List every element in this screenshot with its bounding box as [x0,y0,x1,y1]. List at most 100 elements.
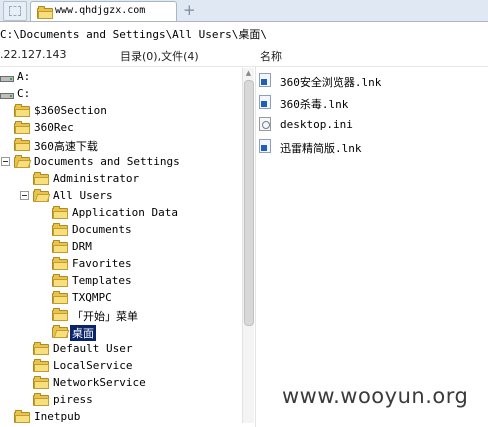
folder-icon [14,121,30,134]
tab-overview-icon [9,6,21,16]
folder-icon [33,393,49,406]
tree-item-label: LocalService [53,359,133,372]
watermark: www.wooyun.org [282,384,469,408]
tree-item[interactable]: Application Data [0,205,240,222]
tree-item-icon [14,155,32,171]
tree-item-icon [52,325,70,341]
tree-item-icon [14,410,30,426]
tree-scrollbar[interactable]: ▲ [242,68,254,423]
address-path: C:\Documents and Settings\All Users\桌面\ [0,28,268,41]
new-tab-button[interactable]: + [183,1,196,19]
folder-icon [52,308,68,321]
scrollbar-thumb[interactable] [244,80,254,326]
tree-item[interactable]: 「开始」菜单 [0,307,240,324]
tree-item[interactable]: TXQMPC [0,290,240,307]
tree-item[interactable]: C: [0,86,240,103]
folder-icon [14,104,30,117]
file-item-label: 迅雷精简版.lnk [280,142,362,155]
tree-item-label: $360Section [34,104,107,117]
tree-item-label: All Users [53,189,113,202]
folder-icon [52,257,68,270]
file-item-label: desktop.ini [280,118,353,131]
tab-overview-button[interactable] [3,1,27,21]
tree-item-label: Documents and Settings [34,155,180,168]
tree-item-label: 桌面 [70,325,96,341]
tree-item[interactable]: A: [0,69,240,86]
tree-item[interactable]: Documents and Settings [0,154,240,171]
folder-icon [33,376,49,389]
tree-item-icon [33,393,49,409]
tree-item-label: Templates [72,274,132,287]
folder-icon [52,223,68,236]
tree-item-label: Default User [53,342,133,355]
file-item-label: 360安全浏览器.lnk [280,76,382,89]
tree-item-icon [14,104,30,120]
tree-item[interactable]: Favorites [0,256,240,273]
tree-item-icon [33,376,49,392]
shortcut-icon [259,73,271,87]
tree-item-icon [33,359,49,375]
tree-item-label: Inetpub [34,410,81,423]
tree-item[interactable]: 360高速下载 [0,137,240,154]
tree-item[interactable]: piress [0,392,240,409]
collapse-toggle-icon[interactable] [20,191,29,200]
tree-item[interactable]: $360Section [0,103,240,120]
list-header [0,44,488,67]
tree-item-icon [0,90,14,103]
folder-icon [14,138,30,151]
tree-item-icon [52,206,68,222]
tree-item-icon [52,223,68,239]
tree-item[interactable]: DRM [0,239,240,256]
folder-icon [37,6,53,19]
folder-open-icon [52,325,70,338]
tree-item[interactable]: Inetpub [0,409,240,426]
folder-icon [52,291,68,304]
tree-item-label: NetworkService [53,376,146,389]
tree-item-icon [33,342,49,358]
folder-open-icon [14,155,32,168]
tree-item[interactable]: Templates [0,273,240,290]
folder-open-icon [33,189,51,202]
scroll-up-icon[interactable]: ▲ [243,68,254,78]
folder-icon [33,359,49,372]
drive-icon [0,75,14,83]
file-item-label: 360杀毒.lnk [280,98,349,111]
folder-icon [52,274,68,287]
collapse-toggle-icon[interactable] [1,157,10,166]
tree-item-label: TXQMPC [72,291,112,304]
folder-tree: A: C: $360Section 360Rec 360高速下载 Documents an… [0,66,255,427]
tree-item-icon [33,172,49,188]
tree-item-icon [52,257,68,273]
folder-icon [33,342,49,355]
tree-item-icon [14,138,30,154]
drive-icon [0,92,14,100]
item-counts: 目录(0),文件(4) [120,50,199,63]
tree-item-label: C: [17,87,31,100]
tree-item[interactable]: LocalService [0,358,240,375]
browser-tab[interactable]: www.qhdjgzx.com [30,1,177,21]
tree-item[interactable]: NetworkService [0,375,240,392]
address-bar[interactable]: C:\Documents and Settings\All Users\桌面\ [0,22,488,45]
tree-item[interactable]: All Users [0,188,240,205]
tree-item-icon [52,274,68,290]
tree-item[interactable]: 桌面 [0,324,240,341]
folder-icon [33,172,49,185]
folder-icon [52,206,68,219]
tree-item[interactable]: Administrator [0,171,240,188]
tree-item-icon [52,240,68,256]
tree-item[interactable]: Default User [0,341,240,358]
tree-item-icon [52,291,68,307]
tree-item[interactable]: Documents [0,222,240,239]
tree-item-label: A: [17,70,31,83]
tree-item-label: Application Data [72,206,178,219]
tree-item-icon [14,121,30,137]
shortcut-icon [259,95,271,109]
tree-item-label: 「开始」菜单 [72,310,138,323]
tab-label: www.qhdjgzx.com [55,5,146,16]
tree-item-label: 360Rec [34,121,74,134]
tree-item-icon [52,308,68,324]
tree-item[interactable]: 360Rec [0,120,240,137]
tree-item-label: DRM [72,240,92,253]
tab-strip: www.qhdjgzx.com + [0,0,488,22]
name-column-header[interactable]: 名称 [260,48,282,64]
